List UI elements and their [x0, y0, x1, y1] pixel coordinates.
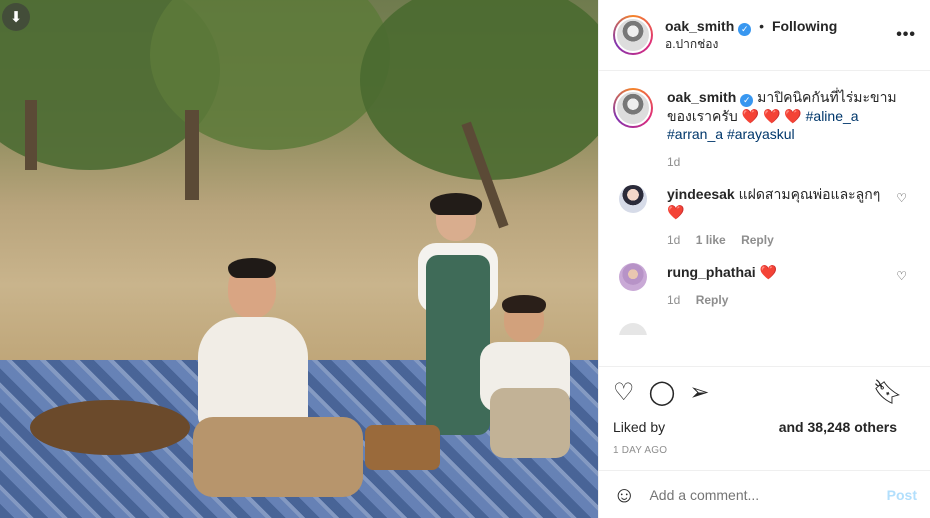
like-comment-icon[interactable]: ♡ — [896, 269, 907, 283]
post-button[interactable]: Post — [887, 487, 917, 503]
commenter-avatar[interactable] — [619, 323, 647, 335]
picnic-basket — [365, 425, 440, 470]
comment-body: yindeesak แฝดสามคุณพ่อและลูกๆ ❤️ 1d 1 li… — [667, 185, 899, 249]
hashtag-link[interactable]: #aline_a — [806, 108, 859, 124]
comment-username[interactable]: rung_phathai — [667, 264, 756, 280]
download-icon[interactable]: ⬇ — [2, 3, 30, 31]
caption-time[interactable]: 1d — [667, 155, 680, 169]
like-comment-icon[interactable]: ♡ — [896, 191, 907, 205]
caption: oak_smith ✓ มาปิคนิคกันที่ไร่มะขามของเราค… — [613, 88, 917, 171]
post-photo[interactable]: ⬇ — [0, 0, 598, 518]
author-avatar[interactable] — [613, 15, 653, 55]
comment-meta: 1d 1 like Reply — [667, 231, 899, 249]
post-side-panel: oak_smith ✓ • Following อ.ปากช่อง ••• oak… — [598, 0, 930, 518]
caption-meta: 1d — [667, 153, 899, 171]
following-button[interactable]: Following — [772, 18, 837, 34]
comment-text: แฝดสามคุณพ่อและลูกๆ — [738, 186, 881, 202]
caption-hearts: ❤️ ❤️ ❤️ — [741, 108, 802, 124]
comment-time[interactable]: 1d — [667, 293, 680, 307]
share-icon[interactable]: ➢ — [689, 381, 709, 405]
caption-username[interactable]: oak_smith — [667, 89, 736, 105]
header-text: oak_smith ✓ • Following อ.ปากช่อง — [665, 17, 837, 52]
comment-item-partial — [613, 323, 917, 335]
post-header: oak_smith ✓ • Following อ.ปากช่อง ••• — [599, 0, 930, 71]
verified-badge-icon: ✓ — [738, 23, 752, 37]
comment-time[interactable]: 1d — [667, 233, 680, 247]
comment-icon[interactable]: ◯ — [649, 381, 676, 405]
commenter-avatar[interactable] — [619, 185, 647, 213]
reply-button[interactable]: Reply — [741, 233, 774, 247]
tree-trunk — [185, 110, 199, 200]
tamarind-pile — [30, 400, 190, 455]
comment-username[interactable]: yindeesak — [667, 186, 735, 202]
author-username[interactable]: oak_smith — [665, 18, 734, 34]
comment-likes[interactable]: 1 like — [696, 233, 726, 247]
comment-item: yindeesak แฝดสามคุณพ่อและลูกๆ ❤️ 1d 1 li… — [613, 185, 917, 249]
hashtag-link[interactable]: #arayaskul — [727, 126, 795, 142]
heart-icon[interactable]: ♡ — [613, 381, 635, 405]
post-date[interactable]: 1 DAY AGO — [613, 445, 917, 456]
caption-avatar[interactable] — [613, 88, 653, 128]
action-icons-row: ♡ ◯ ➢ 🔖︎ — [613, 377, 917, 409]
comments-section[interactable]: oak_smith ✓ มาปิคนิคกันที่ไร่มะขามของเราค… — [599, 72, 930, 366]
separator-dot: • — [759, 18, 765, 35]
comment-body: rung_phathai ❤️ 1d Reply — [667, 263, 899, 309]
post-location[interactable]: อ.ปากช่อง — [665, 36, 837, 52]
add-comment-bar: ☺ Post — [599, 470, 930, 518]
liked-by-label: Liked by — [613, 419, 666, 435]
post-actions: ♡ ◯ ➢ 🔖︎ Liked by and 38,248 others 1 DA… — [599, 366, 930, 456]
verified-badge-icon: ✓ — [740, 94, 754, 107]
others-count[interactable]: and 38,248 others — [779, 419, 897, 435]
comment-input[interactable] — [649, 486, 887, 503]
likes-summary: Liked by and 38,248 others — [613, 419, 917, 435]
comment-heart-emoji: ❤️ — [759, 264, 777, 280]
comment-meta: 1d Reply — [667, 291, 899, 309]
caption-body: oak_smith ✓ มาปิคนิคกันที่ไร่มะขามของเราค… — [667, 88, 899, 171]
reply-button[interactable]: Reply — [696, 293, 729, 307]
emoji-icon[interactable]: ☺ — [613, 482, 635, 508]
tree-trunk — [25, 100, 37, 170]
hashtag-link[interactable]: #arran_a — [667, 126, 723, 142]
comment-heart-emoji: ❤️ — [667, 204, 685, 220]
bookmark-icon[interactable]: 🔖︎ — [873, 381, 903, 405]
more-options-icon[interactable]: ••• — [896, 26, 916, 44]
person-father — [193, 258, 363, 497]
comment-item: rung_phathai ❤️ 1d Reply ♡ — [613, 263, 917, 309]
commenter-avatar[interactable] — [619, 263, 647, 291]
person-boy — [470, 295, 580, 468]
